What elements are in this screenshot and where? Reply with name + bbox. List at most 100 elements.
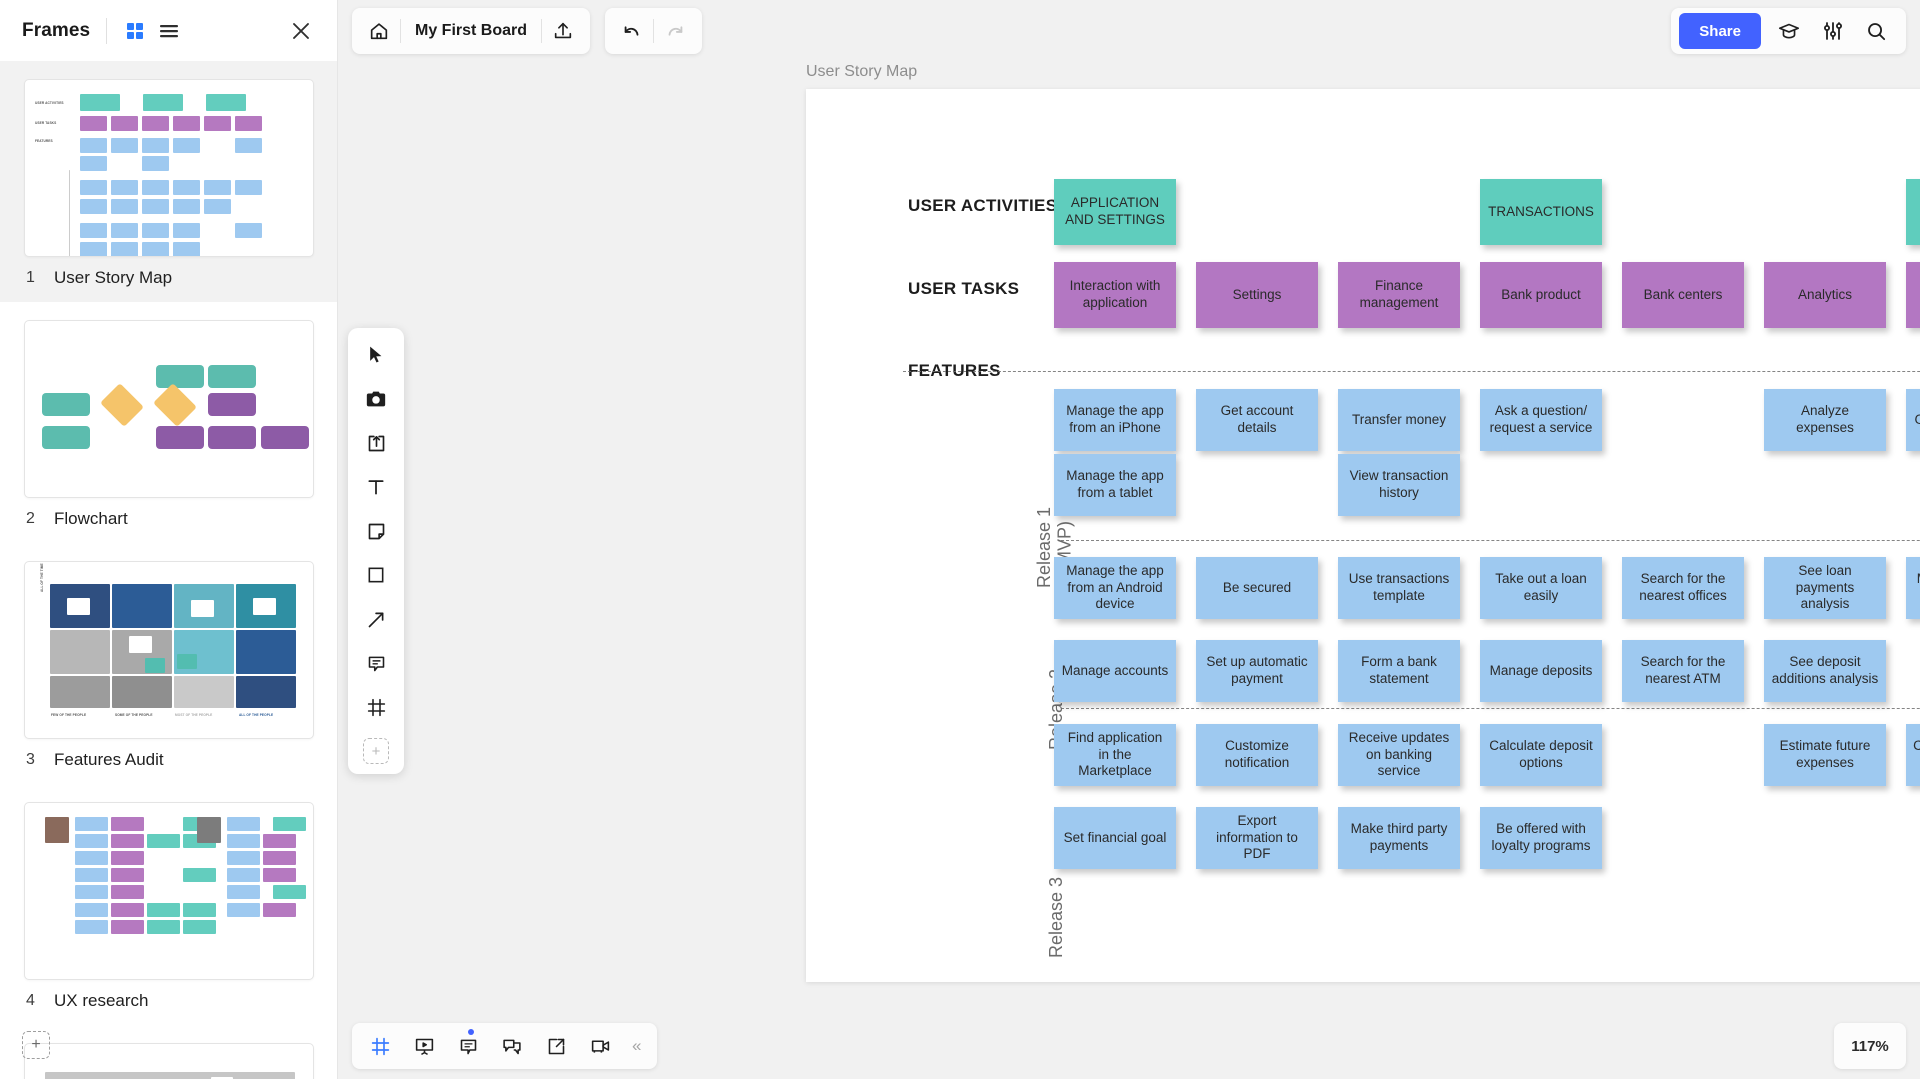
graduation-cap-icon[interactable] (1767, 12, 1811, 50)
feature-note[interactable]: Set up automatic payment (1196, 640, 1318, 702)
task-note[interactable]: Finance management (1338, 262, 1460, 328)
sticky-note-label: Analyze expenses (1796, 403, 1854, 435)
task-note[interactable]: Interaction with application (1054, 262, 1176, 328)
cursor-icon[interactable] (356, 338, 396, 372)
task-note[interactable]: Settings (1196, 262, 1318, 328)
comment-icon[interactable] (356, 646, 396, 680)
feature-note[interactable]: Calculate deposit options (1480, 724, 1602, 786)
feature-note[interactable]: Ask a question/ request a service (1480, 389, 1602, 451)
feature-note[interactable]: Export information to PDF (1196, 807, 1318, 869)
frame-number: 4 (26, 992, 35, 1009)
feature-note[interactable]: Receive updates on banking service (1338, 724, 1460, 786)
feature-note[interactable]: See loan payments analysis (1764, 557, 1886, 619)
feature-note[interactable]: View transaction history (1338, 454, 1460, 516)
feature-note[interactable]: Manage the app from an iPhone (1054, 389, 1176, 451)
sticky-note-label: Manage the app from an Android device (1066, 562, 1164, 612)
task-note[interactable]: Bank news (1906, 262, 1920, 328)
feature-note[interactable]: Analyze expenses (1764, 389, 1886, 451)
feature-note[interactable]: Make third party payments (1338, 807, 1460, 869)
row-title-user-tasks: USER TASKS (908, 279, 1020, 298)
sticky-note-label: ADDITIONAL INFO (1913, 195, 1920, 229)
sticky-note-label: See loan payments analysis (1795, 562, 1855, 612)
feature-note[interactable]: Set financial goal (1054, 807, 1176, 869)
activity-note[interactable]: ADDITIONAL INFO (1906, 179, 1920, 245)
sticky-note-label: Customize notification (1224, 738, 1290, 770)
feature-note[interactable]: Take out a loan easily (1480, 557, 1602, 619)
frame-thumbnail[interactable]: USER ACTIVITIES USER TASKS FEATURES (24, 79, 314, 257)
sticky-note-label: APPLICATION AND SETTINGS (1065, 195, 1165, 227)
feature-note[interactable]: Estimate future expenses (1764, 724, 1886, 786)
chat-icon[interactable] (492, 1028, 532, 1064)
feature-note[interactable]: Search for the nearest ATM (1622, 640, 1744, 702)
presentation-icon[interactable] (404, 1028, 444, 1064)
frame-caption-row: 1 User Story Map (24, 257, 313, 302)
feature-note[interactable]: Manage deposits (1480, 640, 1602, 702)
export-icon[interactable] (536, 1028, 576, 1064)
frame-item-5[interactable] (0, 1025, 337, 1079)
sliders-icon[interactable] (1811, 12, 1855, 50)
divider-release2-release3 (1061, 708, 1920, 709)
feature-note[interactable]: Use transactions template (1338, 557, 1460, 619)
sticky-note-icon[interactable] (356, 514, 396, 548)
frames-list[interactable]: USER ACTIVITIES USER TASKS FEATURES 1 Us… (0, 61, 337, 1079)
camera-icon[interactable] (356, 382, 396, 416)
feature-note[interactable]: Get bank detailes (1906, 389, 1920, 451)
feature-note[interactable]: See deposit additions analysis (1764, 640, 1886, 702)
feature-note[interactable]: Search for the nearest offices (1622, 557, 1744, 619)
undo-icon[interactable] (611, 12, 653, 50)
collapse-toolbar-button[interactable]: « (624, 1036, 649, 1056)
upload-icon[interactable] (542, 12, 584, 50)
close-icon[interactable] (287, 17, 315, 45)
square-icon[interactable] (356, 558, 396, 592)
share-button[interactable]: Share (1679, 13, 1761, 49)
activity-note[interactable]: APPLICATION AND SETTINGS (1054, 179, 1176, 245)
frame-thumbnail[interactable] (24, 320, 314, 498)
feature-note[interactable]: Find application in the Marketplace (1054, 724, 1176, 786)
feature-note[interactable]: Monitor currency rate (1906, 557, 1920, 619)
feature-note[interactable]: Get account details (1196, 389, 1318, 451)
frame-item-user-story-map[interactable]: USER ACTIVITIES USER TASKS FEATURES 1 Us… (0, 61, 337, 302)
frames-panel-title: Frames (22, 19, 91, 41)
feature-note[interactable]: Manage the app from an Android device (1054, 557, 1176, 619)
feature-note[interactable]: Be offered with loyalty programs (1480, 807, 1602, 869)
board-name[interactable]: My First Board (401, 22, 541, 40)
feature-note[interactable]: Manage the app from a tablet (1054, 454, 1176, 516)
board-canvas[interactable]: User Story Map USER ACTIVITIES USER TASK… (338, 0, 1920, 1079)
task-note[interactable]: Bank centers (1622, 262, 1744, 328)
feature-note[interactable]: Form a bank statement (1338, 640, 1460, 702)
frame-item-flowchart[interactable]: 2 Flowchart (0, 302, 337, 543)
sticky-note-label: Make third party payments (1350, 821, 1448, 853)
upload-box-icon[interactable] (356, 426, 396, 460)
feature-note[interactable]: Manage accounts (1054, 640, 1176, 702)
redo-icon (654, 12, 696, 50)
home-icon[interactable] (358, 12, 400, 50)
user-story-map-frame[interactable]: USER ACTIVITIES USER TASKS FEATURES Rele… (806, 89, 1920, 982)
task-note[interactable]: Analytics (1764, 262, 1886, 328)
frame-item-features-audit[interactable]: FEW OF THE PEOPLE SOME OF THE PEOPLE MOS… (0, 543, 337, 784)
feature-note[interactable]: Transfer money (1338, 389, 1460, 451)
sticky-note-label: View transaction history (1349, 468, 1449, 500)
frame-icon[interactable] (356, 690, 396, 724)
frame-thumbnail[interactable] (24, 802, 314, 980)
comment-list-icon[interactable] (448, 1028, 488, 1064)
feature-note[interactable]: Be secured (1196, 557, 1318, 619)
activity-note[interactable]: TRANSACTIONS (1480, 179, 1602, 245)
sticky-note-label: Manage deposits (1489, 662, 1593, 678)
video-camera-icon[interactable] (580, 1028, 620, 1064)
plus-dashed-icon[interactable]: + (363, 738, 389, 764)
arrow-icon[interactable] (356, 602, 396, 636)
frame-thumbnail[interactable]: FEW OF THE PEOPLE SOME OF THE PEOPLE MOS… (24, 561, 314, 739)
search-icon[interactable] (1855, 12, 1898, 50)
frame-item-ux-research[interactable]: 4 UX research (0, 784, 337, 1025)
feature-note[interactable]: Compare offers of the competitors (1906, 724, 1920, 786)
grid-view-icon[interactable] (121, 17, 149, 45)
add-frame-icon[interactable]: + (22, 1031, 50, 1059)
zoom-level-indicator[interactable]: 117% (1834, 1023, 1906, 1069)
sticky-note-label: TRANSACTIONS (1488, 203, 1594, 219)
task-note[interactable]: Bank product (1480, 262, 1602, 328)
frames-icon[interactable] (360, 1028, 400, 1064)
frame-thumbnail[interactable] (24, 1043, 314, 1079)
feature-note[interactable]: Customize notification (1196, 724, 1318, 786)
list-view-icon[interactable] (155, 17, 183, 45)
text-icon[interactable] (356, 470, 396, 504)
